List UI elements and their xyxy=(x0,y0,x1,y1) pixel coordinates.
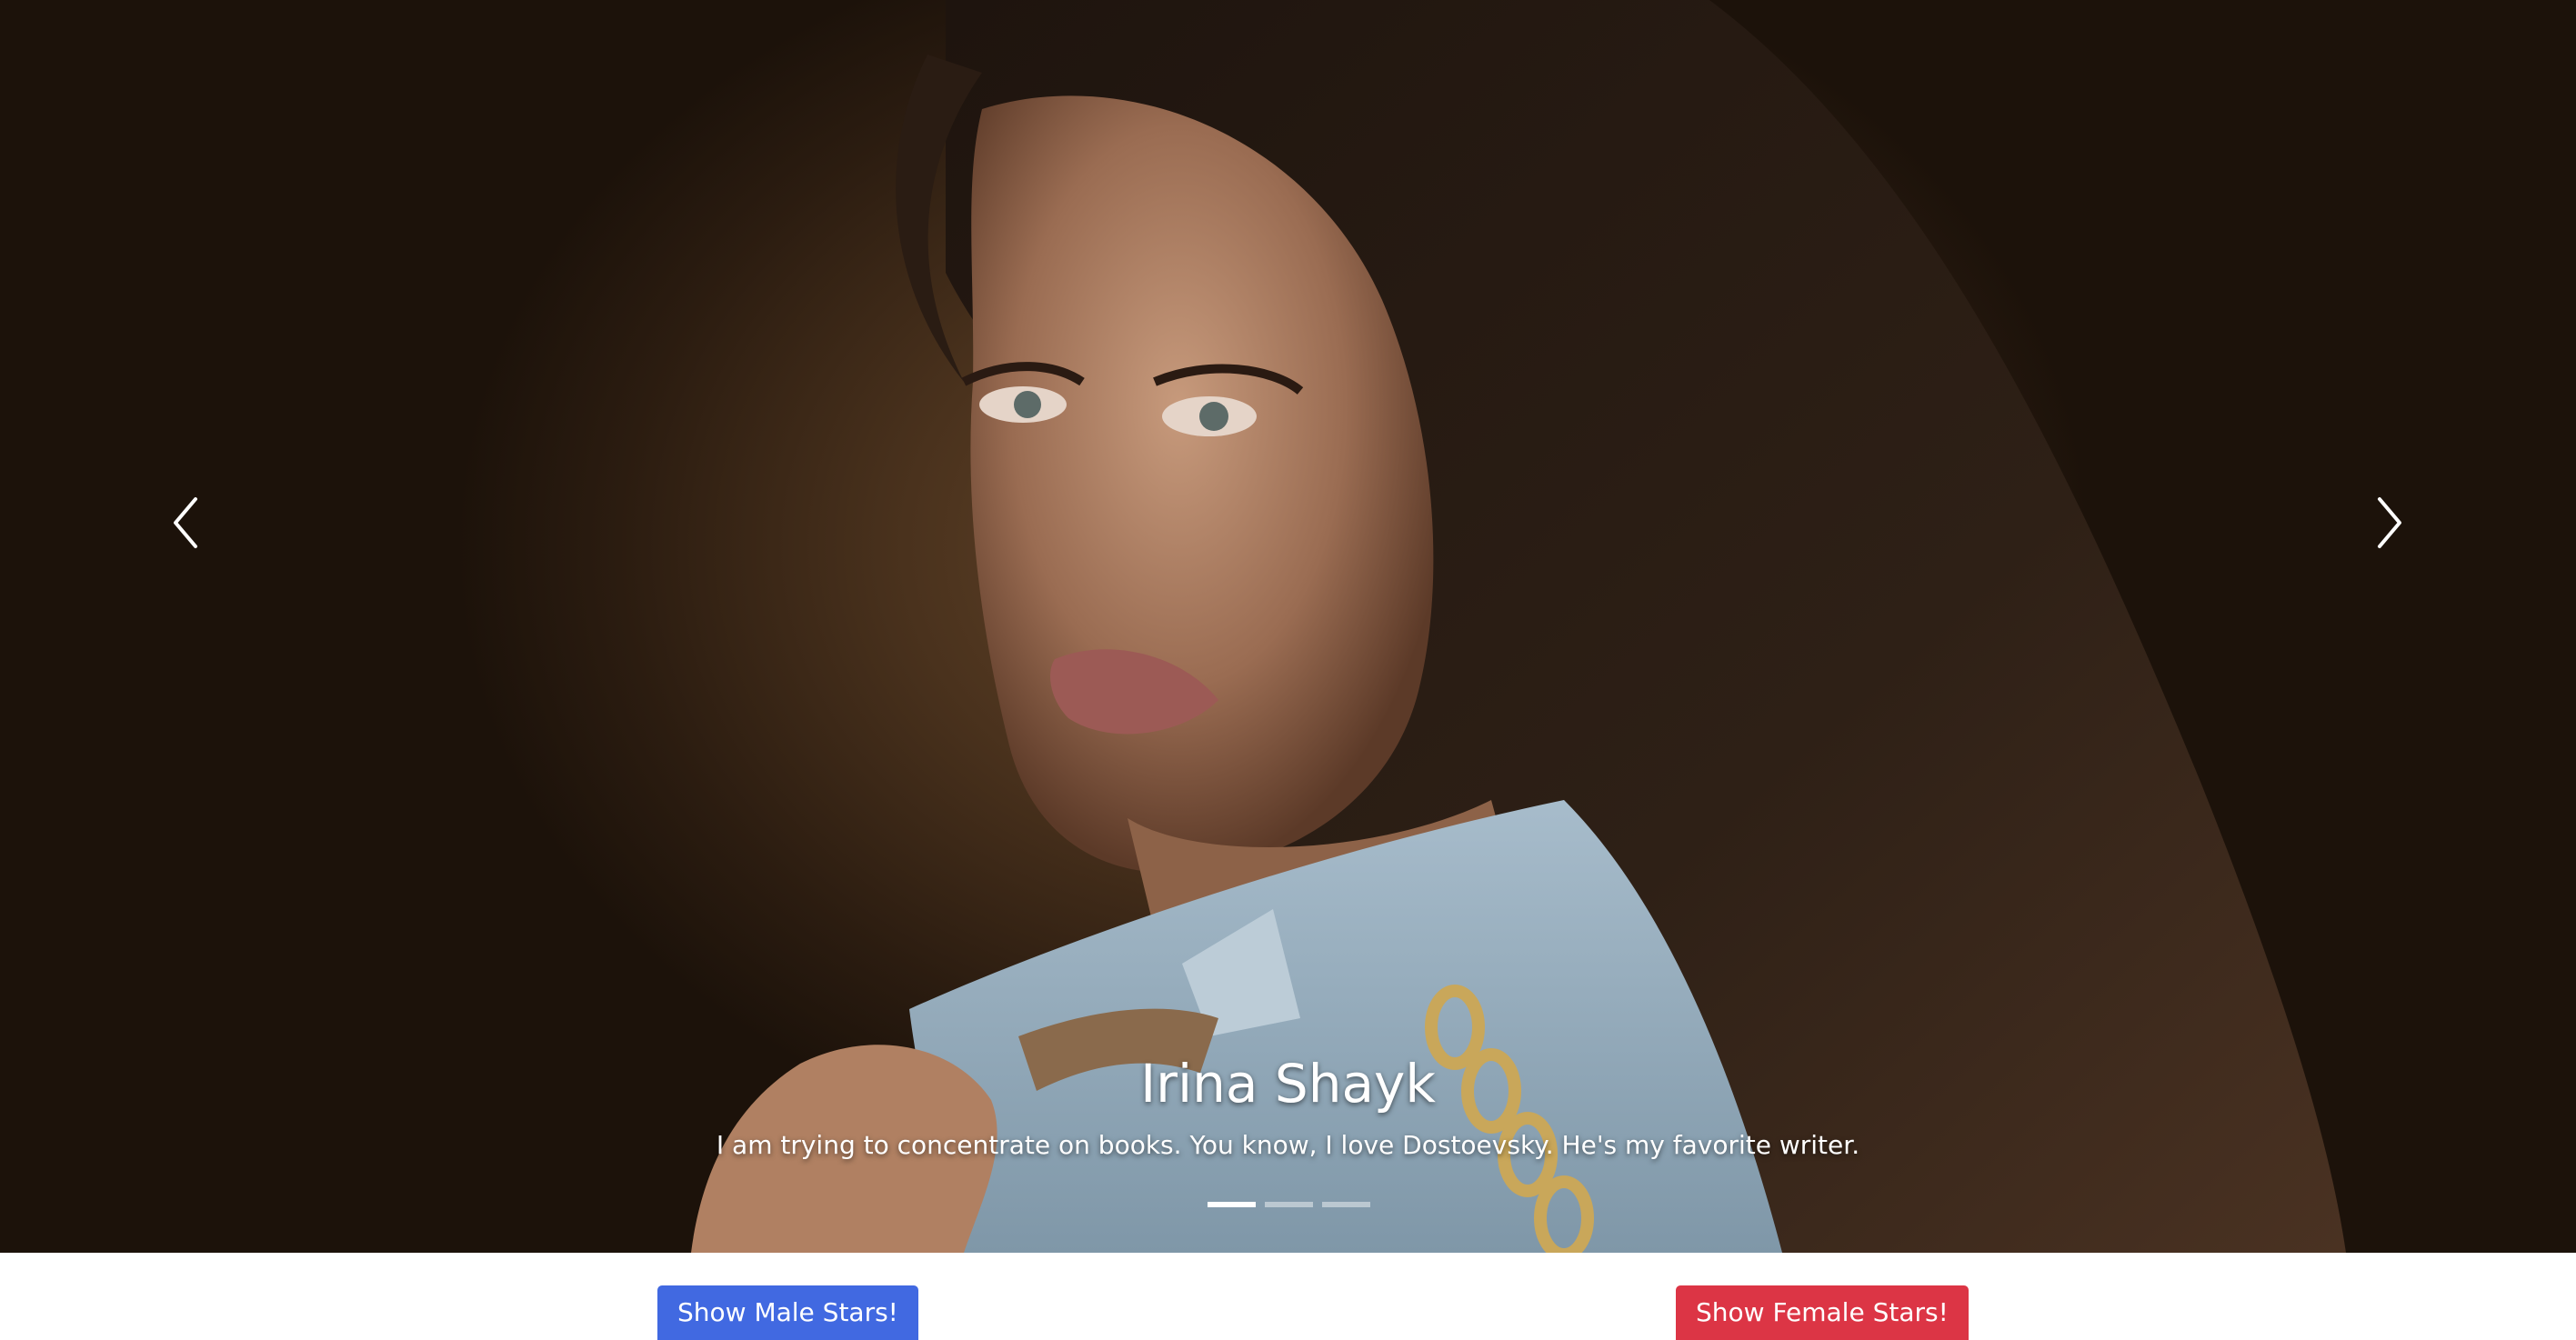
carousel-indicators xyxy=(1208,1202,1370,1207)
carousel-caption-title: Irina Shayk xyxy=(1140,1053,1436,1115)
carousel-prev-button[interactable] xyxy=(145,482,227,564)
carousel-indicator-2[interactable] xyxy=(1265,1202,1313,1207)
show-male-stars-button[interactable]: Show Male Stars! xyxy=(657,1285,918,1340)
chevron-left-icon xyxy=(174,497,197,548)
carousel-indicator-1[interactable] xyxy=(1208,1202,1256,1207)
show-female-stars-button[interactable]: Show Female Stars! xyxy=(1676,1285,1969,1340)
carousel-next-button[interactable] xyxy=(2348,482,2430,564)
carousel-indicator-3[interactable] xyxy=(1322,1202,1370,1207)
carousel-caption-text: I am trying to concentrate on books. You… xyxy=(716,1130,1860,1160)
chevron-right-icon xyxy=(2378,497,2401,548)
hero-carousel: Irina Shayk I am trying to concentrate o… xyxy=(0,0,2576,1253)
